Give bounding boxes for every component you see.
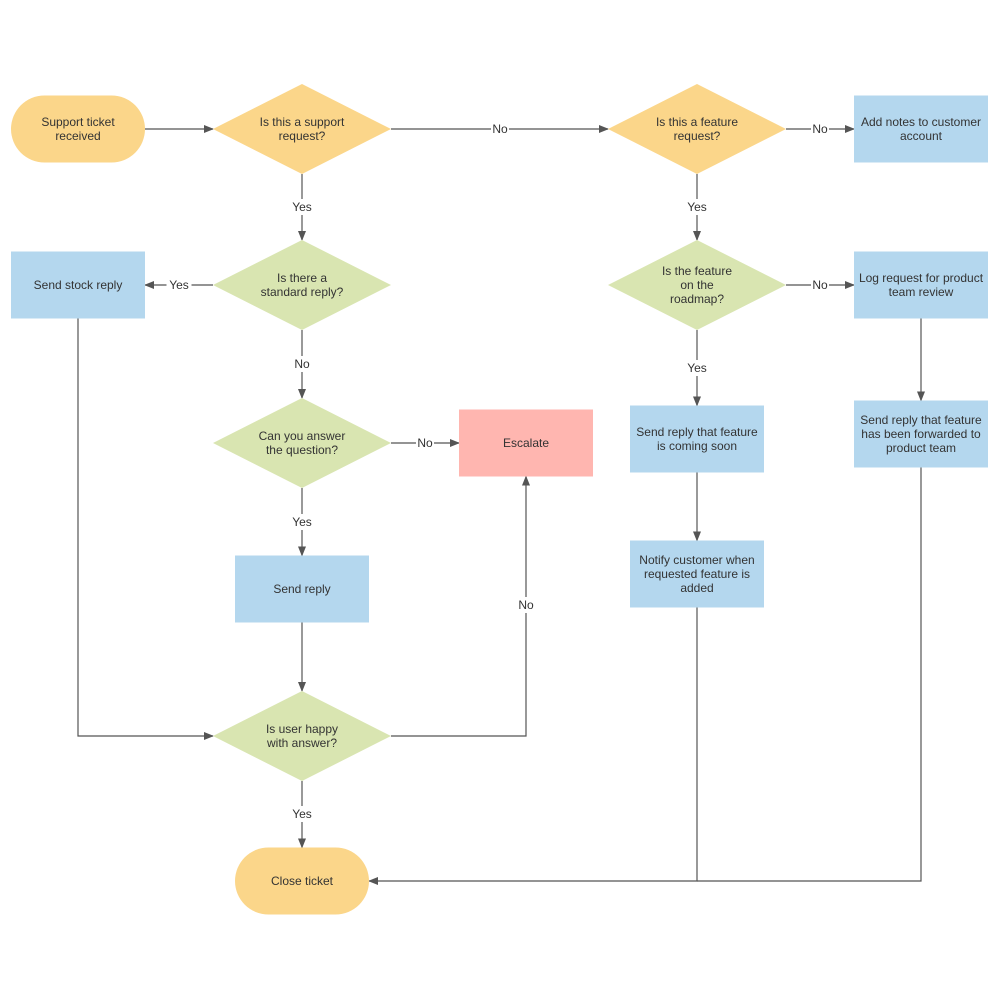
process-coming-soon[interactable]: Send reply that featureis coming soon [630, 405, 764, 473]
edge-label-text: No [812, 278, 828, 292]
decision-q-feature[interactable]: Is this a featurerequest? [608, 84, 786, 174]
edge-label-text: Yes [292, 807, 312, 821]
node-label-line: roadmap? [670, 292, 724, 306]
node-label-line: requested feature is [644, 567, 750, 581]
process-add-notes[interactable]: Add notes to customeraccount [854, 95, 988, 163]
edge-label-text: Yes [292, 200, 312, 214]
process-stock-reply[interactable]: Send stock reply [11, 251, 145, 319]
process-escalate[interactable]: Escalate [459, 409, 593, 477]
decision-q-support[interactable]: Is this a supportrequest? [213, 84, 391, 174]
edge-label-no: No [811, 121, 829, 137]
flowchart-canvas: Support ticket received Is this a support r… [0, 0, 1000, 1000]
node-label-line: Can you answer [259, 429, 346, 443]
node-label-line: team review [889, 285, 954, 299]
edge-label-no: No [416, 435, 434, 451]
node-label-line: Is this a feature [656, 115, 738, 129]
edge-label-yes: Yes [289, 514, 315, 530]
node-label-line: standard reply? [261, 285, 344, 299]
nodes-layer: Support ticketreceivedIs this a supportr… [11, 84, 988, 915]
edge-label-text: Yes [687, 361, 707, 375]
edge-label-yes: Yes [166, 277, 192, 293]
node-label-line: Close ticket [271, 874, 334, 888]
node-label-line: Escalate [503, 436, 549, 450]
edge-label-no: No [517, 597, 535, 613]
edge-label-yes: Yes [289, 806, 315, 822]
node-label-line: the question? [266, 443, 338, 457]
edges-layer [77, 125, 925, 885]
node-label-line: account [900, 129, 943, 143]
node-label-line: Send reply that feature [860, 413, 982, 427]
process-log-request[interactable]: Log request for productteam review [854, 251, 988, 319]
node-label-line: Support ticket [41, 115, 115, 129]
node-label-line: Is this a support [260, 115, 345, 129]
edge-label-yes: Yes [684, 360, 710, 376]
edge-label-text: No [294, 357, 310, 371]
flowchart: Support ticketreceivedIs this a supportr… [11, 84, 988, 915]
process-forwarded[interactable]: Send reply that featurehas been forwarde… [854, 400, 988, 468]
connector-notify-to-close [368, 607, 698, 885]
edge-label-no: No [491, 121, 509, 137]
node-label-line: Is the feature [662, 264, 732, 278]
node-label-line: is coming soon [657, 439, 737, 453]
node-label-line: Log request for product [859, 271, 984, 285]
edge-label-text: Yes [169, 278, 189, 292]
edge-label-text: No [492, 122, 508, 136]
node-label-line: Send reply that feature [636, 425, 758, 439]
edge-label-yes: Yes [684, 199, 710, 215]
connector-q-happy-to-escalate [391, 475, 530, 737]
node-label-line: with answer? [266, 736, 337, 750]
edge-label-yes: Yes [289, 199, 315, 215]
node-label-line: Is user happy [266, 722, 338, 736]
edge-label-no: No [293, 356, 311, 372]
connector-stock-reply-to-q-happy [77, 318, 214, 740]
terminal-start[interactable]: Support ticketreceived [11, 95, 145, 163]
connector-forwarded-to-close [697, 467, 922, 882]
edge-label-text: No [417, 436, 433, 450]
node-label-line: product team [886, 441, 956, 455]
edge-label-text: Yes [292, 515, 312, 529]
node-label-line: Notify customer when [639, 553, 754, 567]
node-label-line: Is there a [277, 271, 327, 285]
edge-label-no: No [811, 277, 829, 293]
process-send-reply[interactable]: Send reply [235, 555, 369, 623]
edge-label-text: Yes [687, 200, 707, 214]
node-label-line: on the [680, 278, 714, 292]
node-label-line: request? [674, 129, 721, 143]
edge-label-text: No [518, 598, 534, 612]
terminal-close[interactable]: Close ticket [235, 847, 369, 915]
edge-label-text: No [812, 122, 828, 136]
decision-q-happy[interactable]: Is user happywith answer? [213, 691, 391, 781]
node-label-line: added [680, 581, 713, 595]
process-notify[interactable]: Notify customer whenrequested feature is… [630, 540, 764, 608]
node-label-line: Add notes to customer [861, 115, 981, 129]
node-label-line: Send reply [273, 582, 330, 596]
decision-q-standard[interactable]: Is there astandard reply? [213, 240, 391, 330]
node-label-line: received [55, 129, 100, 143]
node-label-line: has been forwarded to [861, 427, 981, 441]
decision-q-roadmap[interactable]: Is the featureon theroadmap? [608, 240, 786, 330]
node-label-line: Send stock reply [34, 278, 123, 292]
node-label-line: request? [279, 129, 326, 143]
decision-q-answer[interactable]: Can you answerthe question? [213, 398, 391, 488]
